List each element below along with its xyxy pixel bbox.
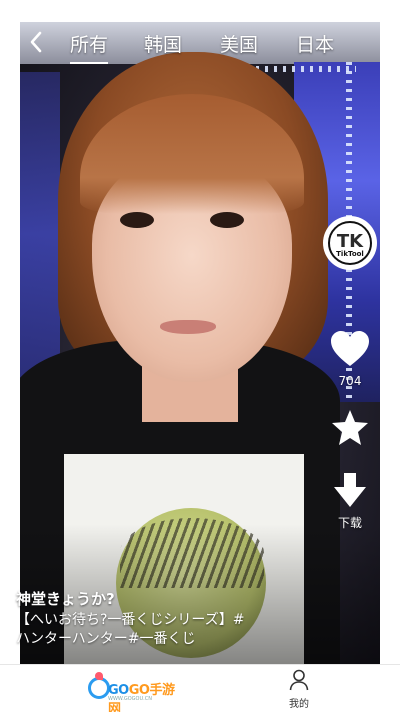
- bottom-tab-bar: GOGO手游网 WWW.GOGOU.CN 我的: [0, 664, 400, 712]
- me-tab[interactable]: 我的: [276, 669, 322, 712]
- favorite-button[interactable]: [320, 408, 380, 452]
- brand-logo-icon: [88, 672, 110, 699]
- heart-icon: [331, 331, 369, 366]
- creator-avatar[interactable]: TK TikTool: [323, 216, 377, 270]
- me-tab-label: 我的: [289, 699, 309, 710]
- brand-logo-subtext: WWW.GOGOU.CN: [108, 696, 152, 702]
- like-button[interactable]: 704: [320, 330, 380, 388]
- tab-all[interactable]: 所有: [70, 30, 109, 64]
- creator-avatar-letters: TK: [336, 231, 364, 252]
- creator-avatar-badge: TK: [328, 221, 372, 265]
- tab-usa[interactable]: 美国: [220, 30, 258, 57]
- video-background-lights-top: [256, 66, 356, 72]
- chevron-left-icon: [30, 31, 42, 53]
- caption-line-2: ハンターハンター#一番くじ: [16, 631, 196, 647]
- download-button[interactable]: 下载: [320, 472, 380, 531]
- person-mouth: [160, 320, 216, 334]
- download-arrow-icon: [334, 473, 366, 507]
- action-column: TK TikTool 704 下载: [320, 216, 380, 536]
- user-icon: [289, 669, 309, 691]
- tab-japan[interactable]: 日本: [296, 30, 334, 57]
- like-count: 704: [338, 374, 362, 388]
- tab-korea[interactable]: 韩国: [144, 30, 182, 57]
- download-label: 下载: [337, 516, 362, 530]
- top-nav: 所有 韩国 美国 日本: [20, 22, 380, 64]
- person-eye-left: [120, 212, 154, 228]
- author-name[interactable]: 神堂きょうか?: [16, 588, 316, 609]
- star-icon: [332, 410, 368, 445]
- person-eye-right: [210, 212, 244, 228]
- creator-avatar-label: TikTool: [336, 250, 364, 258]
- video-caption: 神堂きょうか? 【へいお待ち?一番くじシリーズ】# ハンターハンター#一番くじ: [16, 588, 316, 649]
- back-button[interactable]: [20, 22, 52, 62]
- home-tab-brand[interactable]: GOGO手游网 WWW.GOGOU.CN: [88, 672, 178, 712]
- app-screen: 所有 韩国 美国 日本 TK TikTool 704 下载 神堂きょうか? 【へ…: [0, 0, 400, 712]
- caption-line-1: 【へいお待ち?一番くじシリーズ】#: [16, 612, 245, 628]
